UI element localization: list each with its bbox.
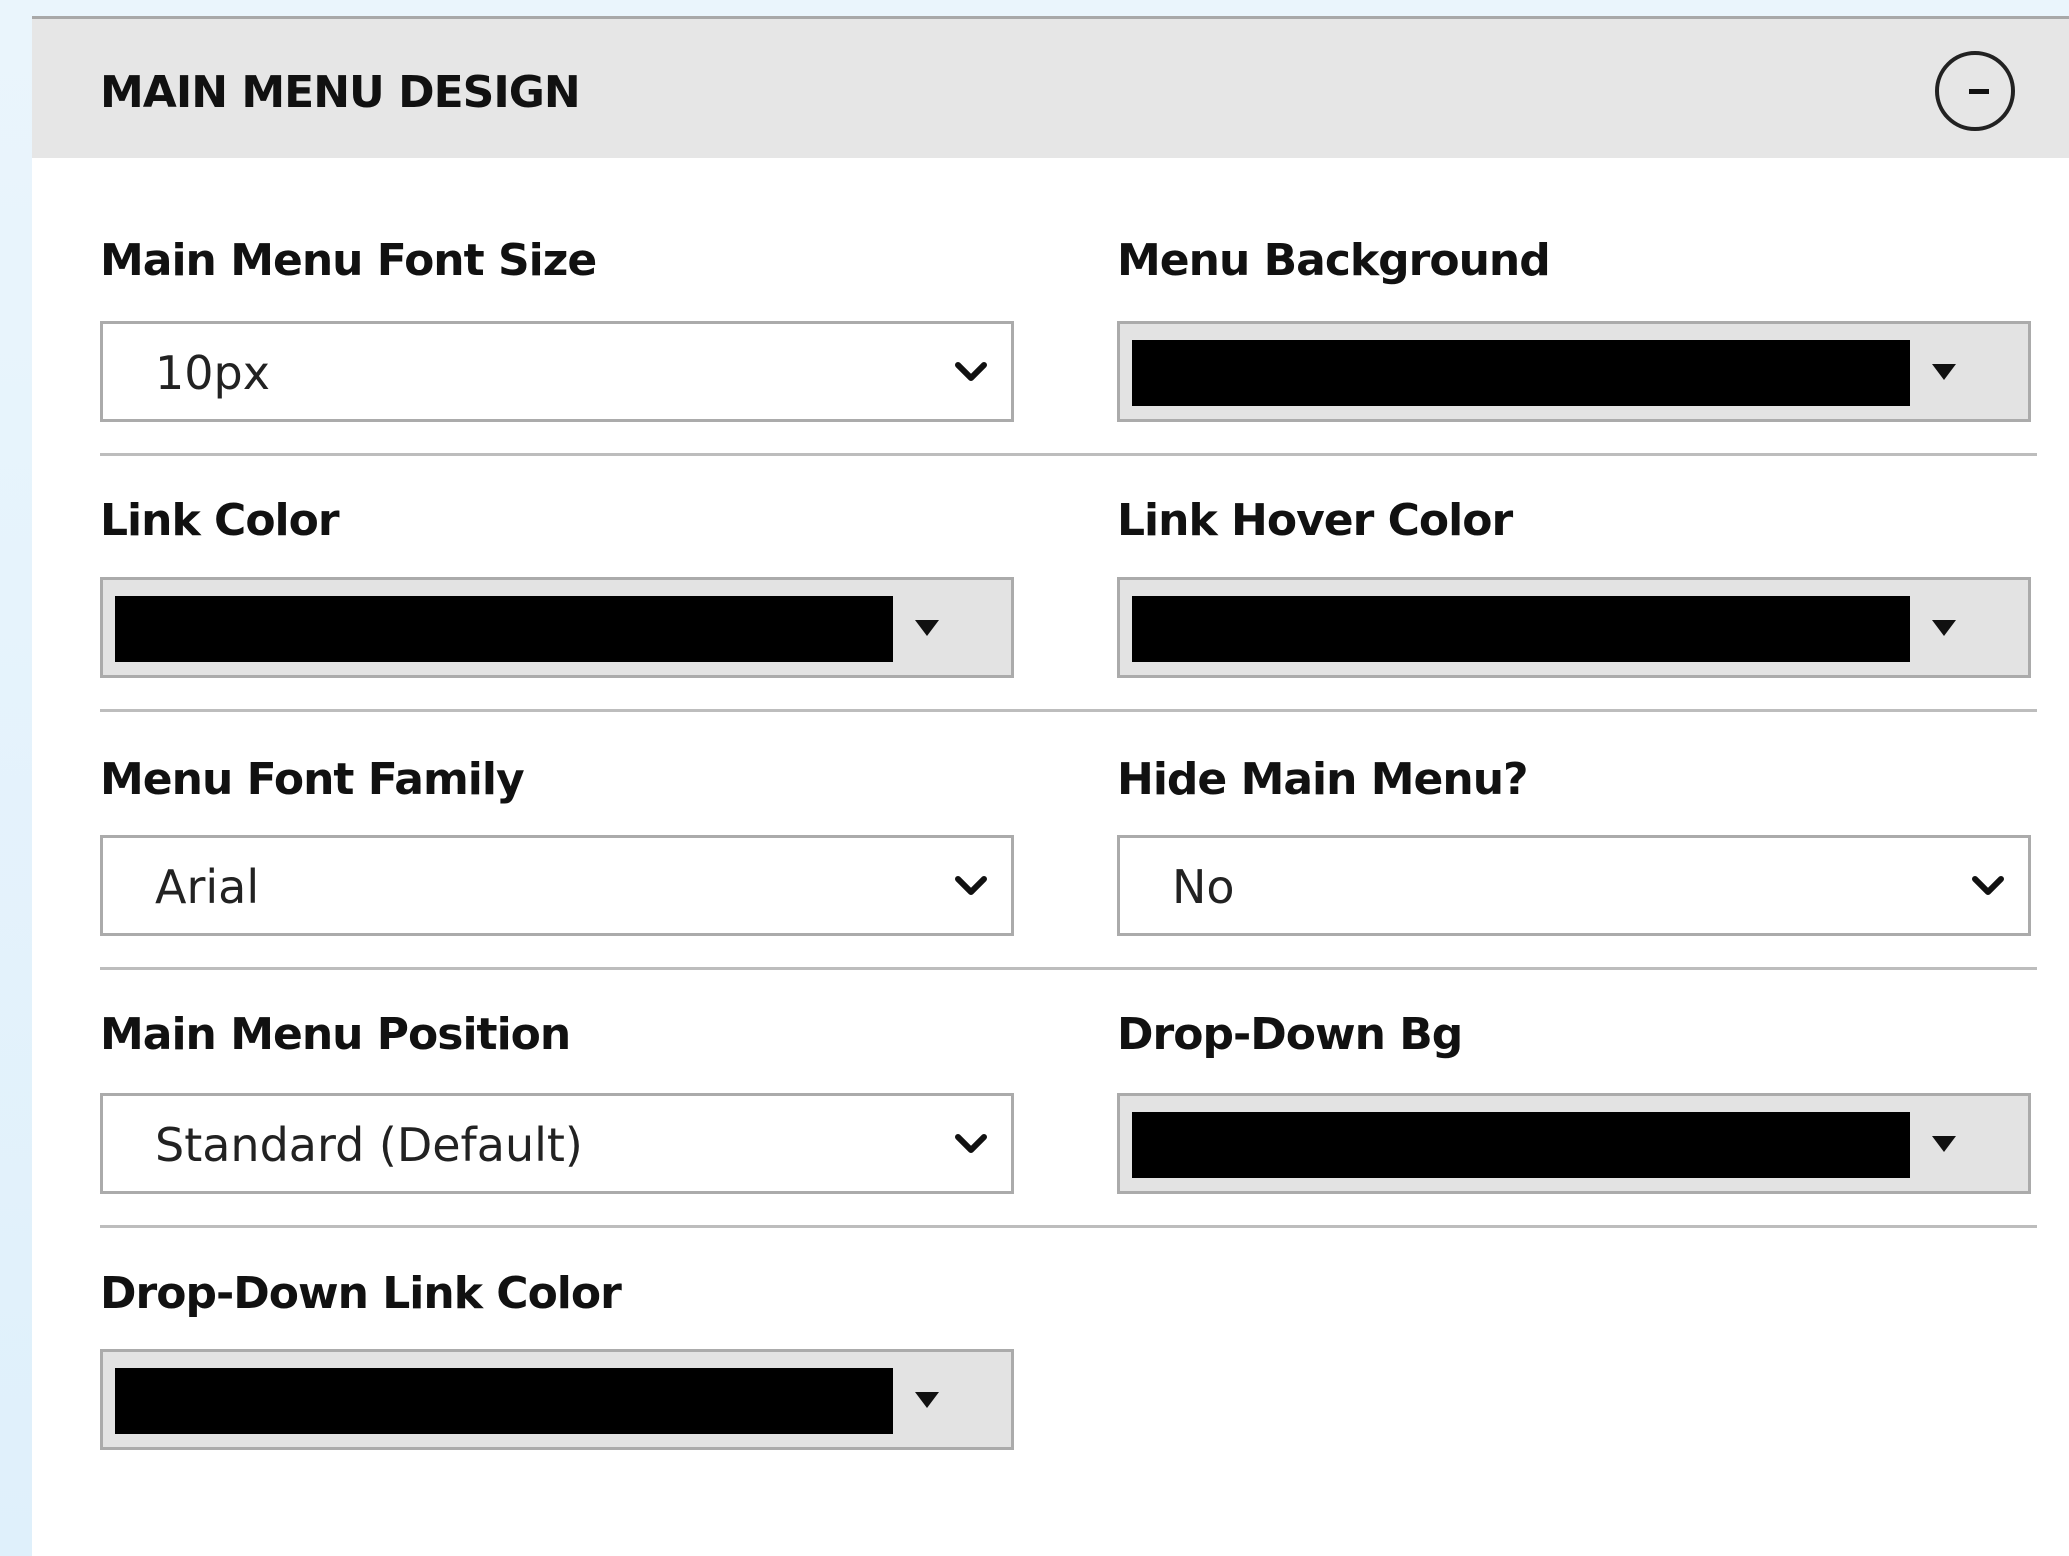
divider	[100, 453, 2037, 456]
drop-down-bg-color-picker[interactable]	[1117, 1093, 2031, 1194]
main-menu-position-select[interactable]: Standard (Default)	[100, 1093, 1014, 1194]
hide-main-menu-select[interactable]: No	[1117, 835, 2031, 936]
drop-down-bg-label: Drop-Down Bg	[1117, 1009, 1463, 1060]
chevron-down-icon	[955, 362, 987, 381]
main-menu-position-label: Main Menu Position	[100, 1009, 571, 1060]
divider	[100, 1225, 2037, 1228]
drop-down-link-color-picker[interactable]	[100, 1349, 1014, 1450]
menu-font-family-value: Arial	[155, 860, 260, 914]
main-menu-design-panel: MAIN MENU DESIGN Main Menu Font Size 10p…	[32, 16, 2069, 1556]
chevron-down-icon	[955, 1134, 987, 1153]
panel-header[interactable]: MAIN MENU DESIGN	[32, 19, 2069, 158]
triangle-down-icon	[1932, 1136, 1956, 1152]
color-swatch	[1132, 596, 1910, 662]
main-menu-font-size-label: Main Menu Font Size	[100, 235, 597, 286]
main-menu-font-size-value: 10px	[155, 346, 270, 400]
color-swatch	[1132, 340, 1910, 406]
menu-font-family-label: Menu Font Family	[100, 754, 525, 805]
hide-main-menu-label: Hide Main Menu?	[1117, 754, 1529, 805]
main-menu-position-value: Standard (Default)	[155, 1118, 583, 1172]
divider	[100, 967, 2037, 970]
drop-down-link-color-label: Drop-Down Link Color	[100, 1268, 622, 1319]
menu-background-label: Menu Background	[1117, 235, 1551, 286]
triangle-down-icon	[1932, 620, 1956, 636]
menu-background-color-picker[interactable]	[1117, 321, 2031, 422]
main-menu-font-size-select[interactable]: 10px	[100, 321, 1014, 422]
color-swatch	[115, 596, 893, 662]
link-hover-color-picker[interactable]	[1117, 577, 2031, 678]
panel-title: MAIN MENU DESIGN	[100, 67, 581, 118]
chevron-down-icon	[1972, 876, 2004, 895]
color-swatch	[1132, 1112, 1910, 1178]
chevron-down-icon	[955, 876, 987, 895]
triangle-down-icon	[915, 1392, 939, 1408]
link-hover-color-label: Link Hover Color	[1117, 495, 1513, 546]
menu-font-family-select[interactable]: Arial	[100, 835, 1014, 936]
link-color-picker[interactable]	[100, 577, 1014, 678]
triangle-down-icon	[915, 620, 939, 636]
divider	[100, 709, 2037, 712]
link-color-label: Link Color	[100, 495, 340, 546]
minus-icon	[1969, 89, 1989, 94]
color-swatch	[115, 1368, 893, 1434]
triangle-down-icon	[1932, 364, 1956, 380]
hide-main-menu-value: No	[1172, 860, 1235, 914]
collapse-button[interactable]	[1935, 51, 2015, 131]
